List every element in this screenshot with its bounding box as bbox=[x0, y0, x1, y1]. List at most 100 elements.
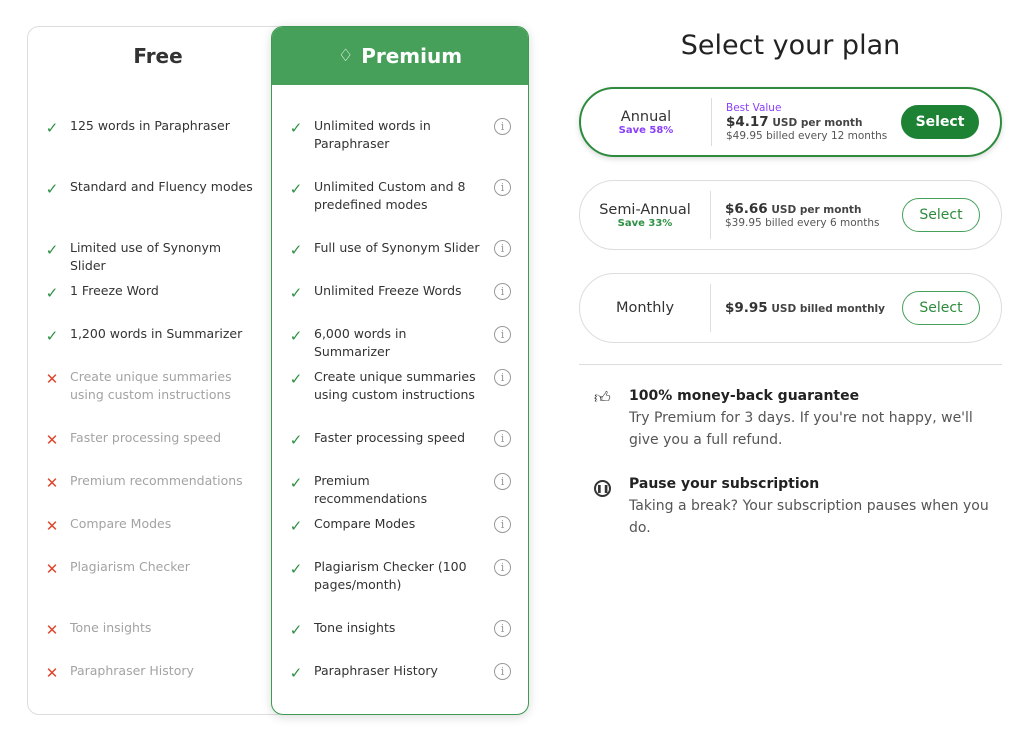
feature-text: Plagiarism Checker (100 pages/month) bbox=[314, 559, 467, 592]
premium-title: Premium bbox=[361, 44, 463, 68]
feature-row: ✓ 1,200 words in Summarizer bbox=[28, 325, 288, 368]
feature-text: Standard and Fluency modes bbox=[70, 179, 253, 194]
info-icon[interactable]: i bbox=[494, 516, 511, 533]
check-icon: ✓ bbox=[289, 327, 303, 345]
check-icon: ✓ bbox=[289, 474, 303, 492]
plan-pricing: $6.66 USD per month $39.95 billed every 6… bbox=[711, 201, 902, 229]
feature-row: ✕ Compare Modes bbox=[28, 515, 288, 558]
cross-icon: ✕ bbox=[45, 621, 59, 639]
feature-row: ✕ Create unique summaries using custom in… bbox=[28, 368, 288, 429]
pause-section: ❚❚ Pause your subscription Taking a brea… bbox=[594, 476, 994, 539]
check-icon: ✓ bbox=[289, 621, 303, 639]
info-icon[interactable]: i bbox=[494, 473, 511, 490]
info-icon[interactable]: i bbox=[494, 369, 511, 386]
info-icon[interactable]: i bbox=[494, 179, 511, 196]
feature-row: ✓ 125 words in Paraphraser bbox=[28, 117, 288, 178]
feature-text: Tone insights bbox=[70, 620, 152, 635]
check-icon: ✓ bbox=[289, 560, 303, 578]
feature-row: ✓ Tone insights i bbox=[272, 619, 528, 662]
feature-row: ✓ Faster processing speed i bbox=[272, 429, 528, 472]
feature-row: ✕ Faster processing speed bbox=[28, 429, 288, 472]
feature-row: ✓ Create unique summaries using custom in… bbox=[272, 368, 528, 429]
best-value-badge: Best Value bbox=[726, 102, 782, 114]
plan-name-block: Semi-Annual Save 33% bbox=[580, 202, 710, 229]
check-icon: ✓ bbox=[289, 241, 303, 259]
cross-icon: ✕ bbox=[45, 560, 59, 578]
feature-text: Unlimited Custom and 8 predefined modes bbox=[314, 179, 466, 212]
pause-text: Taking a break? Your subscription pauses… bbox=[629, 498, 989, 536]
guarantee-text: Try Premium for 3 days. If you're not ha… bbox=[629, 410, 973, 448]
check-icon: ✓ bbox=[45, 327, 59, 345]
check-icon: ✓ bbox=[289, 119, 303, 137]
check-icon: ✓ bbox=[45, 241, 59, 259]
feature-text: Limited use of Synonym Slider bbox=[70, 240, 222, 273]
check-icon: ✓ bbox=[45, 284, 59, 302]
feature-row: ✕ Paraphraser History bbox=[28, 662, 288, 705]
info-icon[interactable]: i bbox=[494, 326, 511, 343]
plan-price: $4.17 bbox=[726, 114, 769, 130]
pause-title: Pause your subscription bbox=[629, 476, 820, 492]
cross-icon: ✕ bbox=[45, 370, 59, 388]
plan-pricing: Best Value $4.17 USD per month $49.95 bill… bbox=[712, 102, 901, 142]
feature-row: ✓ 1 Freeze Word bbox=[28, 282, 288, 325]
info-icon[interactable]: i bbox=[494, 240, 511, 257]
pause-icon: ❚❚ bbox=[594, 476, 611, 497]
feature-text: 1,200 words in Summarizer bbox=[70, 326, 243, 341]
save-badge: Save 58% bbox=[618, 124, 674, 136]
select-button[interactable]: Select bbox=[902, 198, 980, 232]
info-icon[interactable]: i bbox=[494, 118, 511, 135]
feature-row: ✓ Plagiarism Checker (100 pages/month) i bbox=[272, 558, 528, 619]
plan-unit: USD per month bbox=[772, 117, 863, 129]
check-icon: ✓ bbox=[289, 517, 303, 535]
plan-option-annual[interactable]: Annual Save 58% Best Value $4.17 USD per m… bbox=[579, 87, 1002, 157]
feature-text: 125 words in Paraphraser bbox=[70, 118, 230, 133]
feature-text: 1 Freeze Word bbox=[70, 283, 159, 298]
feature-row: ✓ Standard and Fluency modes bbox=[28, 178, 288, 239]
plan-price: $6.66 bbox=[725, 201, 768, 217]
feature-text: Plagiarism Checker bbox=[70, 559, 190, 574]
feature-row: ✓ Premium recommendations i bbox=[272, 472, 528, 515]
plan-option-semi-annual[interactable]: Semi-Annual Save 33% $6.66 USD per month $… bbox=[579, 180, 1002, 250]
plan-billed: $39.95 billed every 6 months bbox=[725, 217, 880, 229]
feature-text: Create unique summaries using custom ins… bbox=[70, 369, 232, 402]
feature-text: Premium recommendations bbox=[314, 473, 428, 506]
info-icon[interactable]: i bbox=[494, 283, 511, 300]
check-icon: ✓ bbox=[45, 180, 59, 198]
cross-icon: ✕ bbox=[45, 474, 59, 492]
feature-text: Unlimited words in Paraphraser bbox=[314, 118, 431, 151]
select-button[interactable]: Select bbox=[901, 105, 979, 139]
cross-icon: ✕ bbox=[45, 431, 59, 449]
plan-name-block: Annual Save 58% bbox=[581, 109, 711, 136]
free-plan-card: Free ✓ 125 words in Paraphraser ✓ Standard … bbox=[27, 26, 289, 715]
select-button[interactable]: Select bbox=[902, 291, 980, 325]
feature-text: Tone insights bbox=[314, 620, 396, 635]
feature-text: 6,000 words in Summarizer bbox=[314, 326, 407, 359]
cross-icon: ✕ bbox=[45, 517, 59, 535]
premium-header: ♢ Premium bbox=[272, 27, 528, 85]
info-icon[interactable]: i bbox=[494, 430, 511, 447]
info-icon[interactable]: i bbox=[494, 620, 511, 637]
feature-row: ✓ Paraphraser History i bbox=[272, 662, 528, 705]
plan-option-monthly[interactable]: Monthly $9.95 USD billed monthly Select bbox=[579, 273, 1002, 343]
feature-row: ✕ Premium recommendations bbox=[28, 472, 288, 515]
feature-row: ✓ Compare Modes i bbox=[272, 515, 528, 558]
feature-row: ✓ Limited use of Synonym Slider bbox=[28, 239, 288, 282]
info-icon[interactable]: i bbox=[494, 663, 511, 680]
feature-text: Paraphraser History bbox=[314, 663, 438, 678]
guarantee-title: 100% money-back guarantee bbox=[629, 388, 860, 404]
info-icon[interactable]: i bbox=[494, 559, 511, 576]
plan-name: Semi-Annual bbox=[599, 201, 691, 218]
plan-unit: USD per month bbox=[771, 204, 862, 216]
plan-name: Monthly bbox=[615, 300, 675, 316]
save-badge: Save 33% bbox=[617, 217, 673, 229]
feature-text: Create unique summaries using custom ins… bbox=[314, 369, 476, 402]
feature-row: ✓ 6,000 words in Summarizer i bbox=[272, 325, 528, 368]
feature-row: ✕ Plagiarism Checker bbox=[28, 558, 288, 619]
feature-row: ✓ Unlimited words in Paraphraser i bbox=[272, 117, 528, 178]
plan-price: $9.95 bbox=[725, 300, 768, 316]
cross-icon: ✕ bbox=[45, 664, 59, 682]
feature-row: ✓ Full use of Synonym Slider i bbox=[272, 239, 528, 282]
check-icon: ✓ bbox=[289, 664, 303, 682]
check-icon: ✓ bbox=[45, 119, 59, 137]
premium-plan-card: ♢ Premium ✓ Unlimited words in Paraphraser… bbox=[271, 26, 529, 715]
